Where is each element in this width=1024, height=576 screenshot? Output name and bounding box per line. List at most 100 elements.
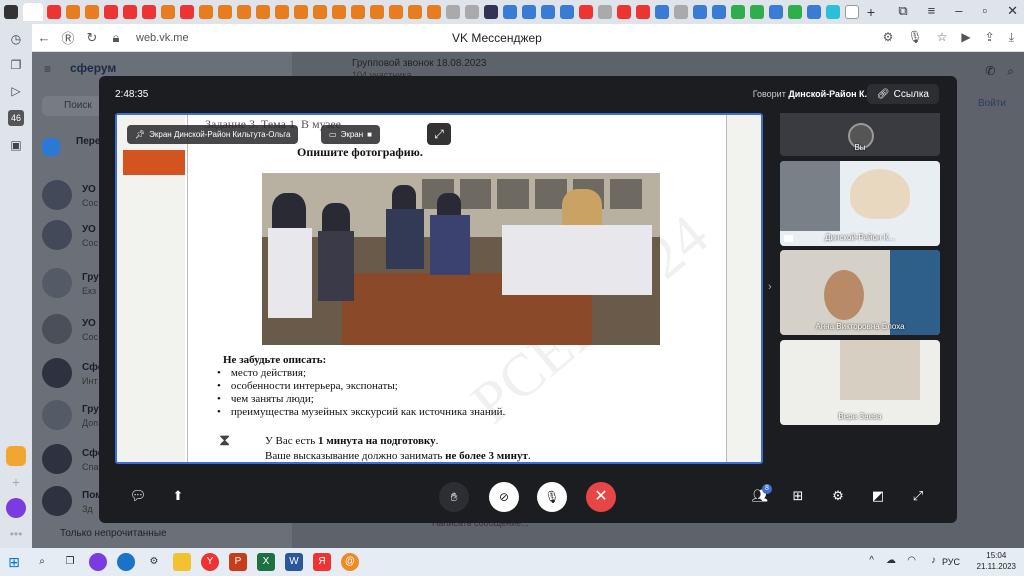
tab-icon[interactable]	[389, 5, 403, 19]
tab-icon[interactable]	[427, 5, 441, 19]
menu-icon[interactable]: ≡	[928, 3, 936, 19]
mail-icon[interactable]	[6, 446, 26, 466]
participant-tile[interactable]: Анна Викторовна Блоха	[780, 250, 940, 335]
tab-icon[interactable]	[85, 5, 99, 19]
tab-icon[interactable]	[123, 5, 137, 19]
tab-icon[interactable]	[522, 5, 536, 19]
grid-icon[interactable]: ⊞	[789, 487, 807, 505]
collections-icon[interactable]: ❐	[9, 58, 23, 72]
home-icon[interactable]: Ⓡ	[56, 28, 80, 47]
powerpoint-icon[interactable]: P	[229, 553, 247, 571]
tab-icon[interactable]	[218, 5, 232, 19]
fullscreen-icon[interactable]: ⤢	[909, 487, 927, 505]
history-icon[interactable]: ◷	[9, 32, 23, 46]
mail-app-icon[interactable]: @	[341, 553, 359, 571]
tab-icon[interactable]	[237, 5, 251, 19]
excel-icon[interactable]: X	[257, 553, 275, 571]
edge-icon[interactable]	[117, 553, 135, 571]
back-icon[interactable]: ←	[32, 30, 56, 45]
add-icon[interactable]: +	[6, 472, 26, 492]
download-icon[interactable]: ⤓	[1009, 30, 1014, 45]
share-screen-icon[interactable]: ⬆	[169, 487, 187, 505]
active-tab[interactable]	[23, 3, 43, 21]
extensions-icon[interactable]: ⚙	[883, 30, 894, 45]
folder-icon[interactable]	[173, 553, 191, 571]
maximize-icon[interactable]: ▫	[982, 3, 987, 19]
volume-icon[interactable]: ♪	[931, 555, 936, 566]
search-icon[interactable]: ⌕	[1007, 64, 1014, 79]
tab-icon[interactable]	[313, 5, 327, 19]
alice-icon[interactable]	[89, 553, 107, 571]
tab-icon[interactable]	[66, 5, 80, 19]
join-link[interactable]: Войти	[978, 98, 1006, 109]
alice-icon[interactable]	[6, 498, 26, 518]
tab-icon[interactable]	[750, 5, 764, 19]
tab-icon[interactable]	[598, 5, 612, 19]
tab-icon[interactable]	[674, 5, 688, 19]
reload-icon[interactable]: ↻	[80, 30, 104, 46]
word-icon[interactable]: W	[285, 553, 303, 571]
more-icon[interactable]: •••	[6, 524, 26, 544]
windows-start-icon[interactable]: ⊞	[5, 553, 23, 571]
tab-icon[interactable]	[541, 5, 555, 19]
chat-icon[interactable]: 💬︎	[129, 487, 147, 505]
tab-icon[interactable]	[446, 5, 460, 19]
cloud-icon[interactable]: ☁	[886, 555, 896, 566]
tab-icon[interactable]	[180, 5, 194, 19]
tab-icon[interactable]	[807, 5, 821, 19]
tab-icon[interactable]	[104, 5, 118, 19]
new-tab-icon[interactable]: +	[864, 5, 878, 19]
tab-icon[interactable]	[560, 5, 574, 19]
tab-icon[interactable]	[161, 5, 175, 19]
profile-icon[interactable]	[4, 5, 18, 19]
tab-icon[interactable]	[617, 5, 631, 19]
tab-icon[interactable]	[731, 5, 745, 19]
task-view-icon[interactable]: ❐	[61, 553, 79, 571]
settings-icon[interactable]: ⚙	[829, 487, 847, 505]
clock[interactable]: 15:04 21.11.2023	[977, 550, 1016, 572]
tab-icon[interactable]	[636, 5, 650, 19]
tab-icon[interactable]	[503, 5, 517, 19]
share-icon[interactable]: ⇪	[985, 30, 995, 45]
play-icon[interactable]: ▷	[9, 84, 23, 98]
participant-tile[interactable]: Вера Заева	[780, 340, 940, 425]
tab-icon[interactable]	[712, 5, 726, 19]
tab-icon[interactable]	[655, 5, 669, 19]
tab-icon[interactable]	[332, 5, 346, 19]
keyboard-language[interactable]: РУС	[942, 557, 960, 567]
tab-icon[interactable]	[788, 5, 802, 19]
tab-icon[interactable]	[465, 5, 479, 19]
close-icon[interactable]: ✕	[1007, 3, 1018, 19]
tab-icon[interactable]	[199, 5, 213, 19]
tab-icon[interactable]	[294, 5, 308, 19]
yandex-browser-icon[interactable]: Y	[201, 553, 219, 571]
wifi-icon[interactable]: ◠	[907, 555, 916, 566]
phone-icon[interactable]: ✆	[985, 64, 995, 79]
tab-icon[interactable]	[769, 5, 783, 19]
url-text[interactable]: web.vk.me	[136, 32, 189, 44]
pin-icon[interactable]: 📌︎	[135, 130, 145, 139]
mic-icon[interactable]: 🎙︎	[907, 30, 922, 45]
tab-icon[interactable]	[693, 5, 707, 19]
tab-icon[interactable]	[47, 5, 61, 19]
expand-screen-button[interactable]: ⤢	[427, 123, 451, 145]
tab-icon[interactable]	[826, 5, 840, 19]
copy-link-button[interactable]: 🔗︎ Ссылка	[866, 84, 939, 104]
tab-icon[interactable]	[351, 5, 365, 19]
tab-icon[interactable]	[256, 5, 270, 19]
tab-icon[interactable]	[142, 5, 156, 19]
end-call-button[interactable]: ✕	[586, 482, 616, 512]
pip-icon[interactable]: ◩	[869, 487, 887, 505]
tab-icon[interactable]	[408, 5, 422, 19]
tray-chevron-icon[interactable]: ^	[869, 555, 874, 566]
mic-toggle-button[interactable]: 🎙︎	[537, 482, 567, 512]
yandex-icon[interactable]: Я	[313, 553, 331, 571]
screen-icon[interactable]: ▣	[9, 138, 23, 152]
tab-icon[interactable]	[579, 5, 593, 19]
participant-tile[interactable]: Динской-Район К...	[780, 161, 940, 246]
minimize-icon[interactable]: –	[955, 3, 962, 19]
search-icon[interactable]: ⌕	[33, 553, 51, 571]
counter-badge[interactable]: 46	[8, 110, 24, 126]
tab-icon[interactable]	[484, 5, 498, 19]
menu-icon[interactable]: ≡	[44, 62, 51, 76]
